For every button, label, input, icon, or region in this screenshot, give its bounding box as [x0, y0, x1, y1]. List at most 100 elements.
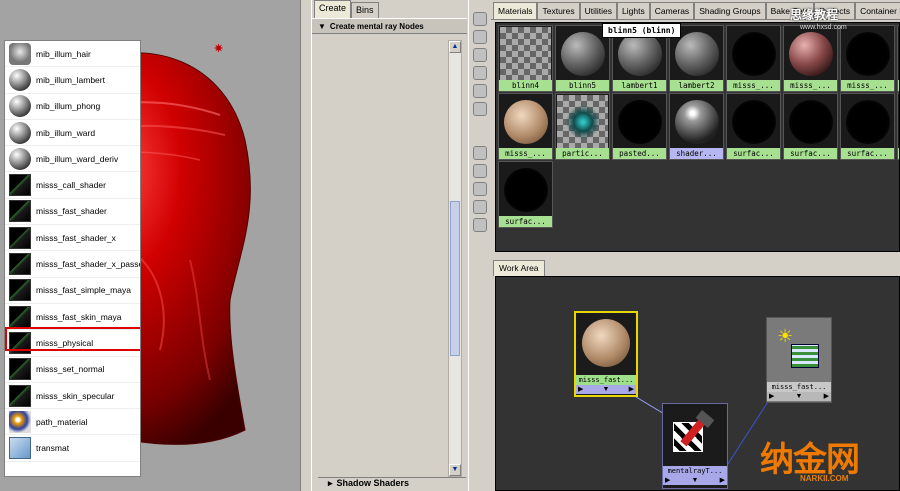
node-item[interactable]: mib_illum_hair	[5, 41, 140, 68]
swatch-preview	[842, 95, 893, 148]
tool-icon[interactable]	[472, 12, 487, 26]
side-toolbar	[468, 0, 490, 491]
node-item[interactable]: mib_illum_lambert	[5, 67, 140, 94]
tool-icon[interactable]	[472, 200, 487, 214]
swatch-label: surfac...	[727, 148, 780, 159]
node-list-scrollbar[interactable]: ▲ ▼	[448, 40, 462, 477]
material-swatch[interactable]: pasted...	[612, 93, 667, 160]
swatch-sphere	[732, 100, 776, 144]
material-swatch[interactable]: surfac...	[840, 93, 895, 160]
node-label: path_material	[36, 416, 88, 427]
swatch-sphere	[846, 32, 890, 76]
mentalray-icon	[673, 410, 717, 460]
scroll-down-button[interactable]: ▼	[449, 464, 461, 476]
node-item[interactable]: mib_illum_ward	[5, 120, 140, 147]
shadow-shaders-section[interactable]: ▸ Shadow Shaders	[318, 477, 466, 491]
section-title: Create mental ray Nodes	[329, 21, 424, 31]
tab-create[interactable]: Create	[314, 0, 352, 18]
tool-icon[interactable]	[472, 66, 487, 80]
collapse-triangle-icon[interactable]: ▼	[318, 22, 326, 31]
tool-icon[interactable]	[472, 102, 487, 116]
work-node-skin[interactable]: misss_fast... ▶ ▼ ▶	[574, 311, 638, 397]
material-swatch[interactable]: surfac...	[726, 93, 781, 160]
tab-work-area[interactable]: Work Area	[493, 260, 545, 276]
swatch-label: misss_...	[784, 80, 837, 91]
tool-icon[interactable]	[472, 218, 487, 232]
tool-icon[interactable]	[472, 84, 487, 98]
shader-icon	[9, 331, 31, 354]
swatch-preview	[500, 95, 551, 148]
swatch-preview	[614, 95, 665, 148]
node-label: mib_illum_ward_deriv	[36, 153, 119, 164]
tool-icon[interactable]	[472, 146, 487, 160]
material-swatch[interactable]: blinn4	[498, 25, 553, 92]
swatch-grid[interactable]: blinn4 blinn5 lambert1 lambert2 misss_... mis…	[495, 22, 900, 252]
node-item[interactable]: mib_illum_ward_deriv	[5, 146, 140, 173]
tool-icon[interactable]	[472, 164, 487, 178]
lightmap-icon: ☀	[777, 326, 821, 374]
node-item[interactable]: mib_illum_phong	[5, 94, 140, 120]
node-ports[interactable]: ▶ ▼ ▶	[663, 476, 727, 485]
expand-triangle-icon[interactable]: ▸	[328, 478, 333, 488]
node-label: misss_skin_specular	[36, 390, 115, 401]
light-marker-icon[interactable]: ✷	[214, 42, 223, 55]
scroll-thumb[interactable]	[450, 201, 460, 356]
swatch-sphere	[732, 32, 776, 76]
swatch-label: blinn5	[556, 80, 609, 91]
node-item[interactable]: transmat	[5, 435, 140, 462]
tool-icon[interactable]	[472, 182, 487, 196]
tab-materials[interactable]: Materials	[493, 2, 538, 19]
pane-divider[interactable]	[300, 0, 312, 491]
work-node-mentalray[interactable]: mentalrayT... ▶ ▼ ▶	[662, 403, 728, 489]
section-header[interactable]: ▼ Create mental ray Nodes	[312, 18, 467, 34]
swatch-sphere	[504, 168, 548, 212]
node-item[interactable]: misss_set_normal	[5, 357, 140, 383]
node-ports[interactable]: ▶ ▼ ▶	[576, 385, 636, 394]
node-item[interactable]: misss_call_shader	[5, 172, 140, 199]
material-swatch[interactable]: surfac...	[498, 161, 553, 228]
swatch-sphere	[789, 100, 833, 144]
material-swatch[interactable]: misss_...	[783, 25, 838, 92]
swatch-label: shader...	[670, 148, 723, 159]
tab-utilities[interactable]: Utilities	[579, 2, 618, 19]
work-node-lightmap[interactable]: ☀ misss_fast... ▶ ▼ ▶	[766, 317, 832, 403]
node-item[interactable]: misss_fast_shader	[5, 199, 140, 226]
node-item[interactable]: misss_fast_shader_x	[5, 225, 140, 252]
node-ports[interactable]: ▶ ▼ ▶	[767, 392, 831, 401]
node-item[interactable]: misss_skin_specular	[5, 383, 140, 410]
swatch-preview	[728, 95, 779, 148]
material-swatch[interactable]: partic...	[555, 93, 610, 160]
node-label: misss_physical	[36, 337, 94, 348]
swatch-sphere	[618, 100, 662, 144]
node-label: misss_fast_shader	[36, 206, 107, 217]
swatch-label: pasted...	[613, 148, 666, 159]
node-item[interactable]: misss_fast_skin_maya	[5, 304, 140, 331]
material-swatch[interactable]: misss_...	[726, 25, 781, 92]
tab-shading-groups[interactable]: Shading Groups	[694, 2, 766, 19]
tool-icon[interactable]	[472, 48, 487, 62]
tab-cameras[interactable]: Cameras	[649, 2, 695, 19]
node-item[interactable]: path_material	[5, 409, 140, 436]
node-item[interactable]: misss_physical	[5, 330, 140, 357]
material-swatch[interactable]: shader...	[669, 93, 724, 160]
material-swatch[interactable]: misss_...	[840, 25, 895, 92]
create-panel: Create Bins ▼ Create mental ray Nodes	[312, 0, 467, 491]
tool-icon[interactable]	[472, 30, 487, 44]
swatch-preview	[557, 95, 608, 148]
node-label: misss_fast...	[576, 375, 636, 385]
node-item[interactable]: misss_fast_simple_maya	[5, 278, 140, 304]
tab-textures[interactable]: Textures	[537, 2, 580, 19]
node-label: misss_fast...	[767, 382, 831, 392]
tab-bins[interactable]: Bins	[351, 2, 379, 18]
shader-icon	[9, 253, 31, 276]
material-swatch[interactable]: surfac...	[783, 93, 838, 160]
shader-icon	[9, 384, 31, 407]
node-item[interactable]: misss_fast_shader_x_passes	[5, 251, 140, 278]
shader-icon	[9, 358, 31, 381]
node-label: misss_set_normal	[36, 364, 105, 375]
tab-container-nodes[interactable]: Container Nodes	[855, 2, 900, 19]
scroll-up-button[interactable]: ▲	[449, 41, 461, 53]
node-label: misss_fast_skin_maya	[36, 311, 122, 322]
material-swatch[interactable]: misss_...	[498, 93, 553, 160]
tab-lights[interactable]: Lights	[617, 2, 650, 19]
